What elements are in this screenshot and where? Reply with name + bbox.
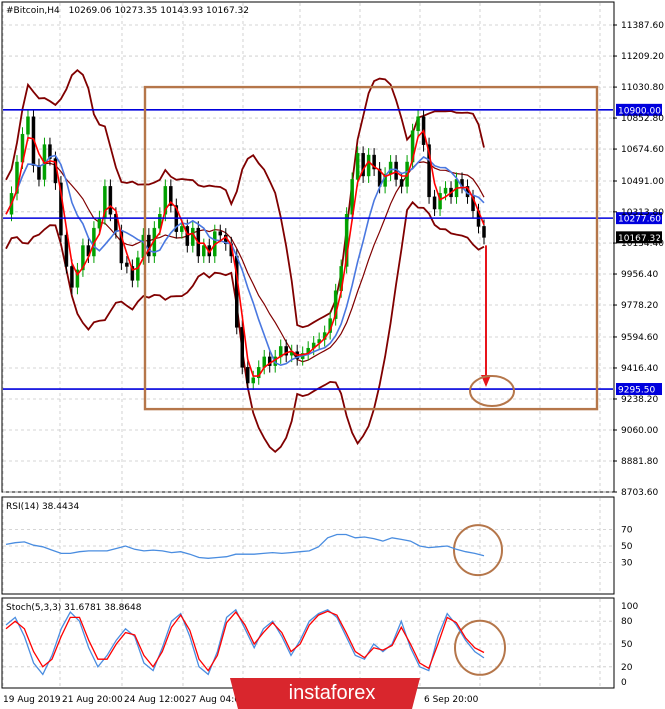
price-tick-label: 11209.20	[621, 52, 664, 62]
price-tick-label: 11387.60	[621, 21, 664, 31]
rsi-tick-label: 50	[621, 542, 633, 552]
candle-body	[218, 231, 223, 236]
candle-body	[245, 367, 250, 384]
candle-body	[202, 245, 206, 257]
price-tick-label: 10134.40	[621, 239, 664, 249]
candle-body	[366, 154, 371, 177]
rsi-tick-label: 70	[621, 526, 633, 536]
time-tick-label: 6 Sep 20:00	[424, 695, 479, 705]
candle-body	[37, 165, 41, 180]
stoch-tick-label: 100	[621, 602, 638, 612]
time-tick-label: 19 Aug 2019	[3, 695, 61, 705]
stoch-title: Stoch(5,3,3) 31.6781 38.8648	[6, 603, 142, 613]
price-tick-label: 10491.00	[621, 177, 664, 187]
candle-body	[185, 226, 190, 246]
time-tick-label: 24 Aug 12:00	[124, 695, 185, 705]
stoch-tick-label: 20	[621, 663, 633, 673]
rsi-title: RSI(14) 38.4434	[6, 502, 79, 512]
price-tick-label: 11030.80	[621, 83, 664, 93]
price-tick-label: 9594.60	[621, 333, 658, 343]
price-tick-label: 9060.00	[621, 426, 658, 436]
price-tick-label: 8881.80	[621, 457, 658, 467]
candle-body	[180, 226, 184, 232]
price-tick-label: 8703.60	[621, 488, 658, 498]
watermark-text: instaforex	[289, 682, 376, 704]
candle-body	[355, 153, 360, 180]
time-tick-label: 21 Aug 20:00	[62, 695, 123, 705]
candle-body	[125, 262, 129, 267]
candle-body	[432, 196, 437, 210]
candle-body	[399, 179, 404, 187]
symbol-name: #Bitcoin,H4	[6, 6, 60, 16]
stoch-tick-label: 0	[621, 678, 627, 688]
candle-body	[388, 161, 393, 175]
candle-body	[416, 116, 420, 131]
candle-body	[240, 327, 245, 368]
candle-body	[443, 187, 448, 194]
price-tick-label: 9238.20	[621, 395, 658, 405]
price-tick-label: 9416.40	[621, 364, 658, 374]
chart-svg: 10900.0010277.609295.5010167.32 11387.60…	[1, 1, 664, 709]
stoch-tick-label: 50	[621, 640, 633, 650]
candle-body	[147, 234, 151, 257]
price-tick-label: 10674.60	[621, 145, 664, 155]
rsi-tick-label: 30	[621, 558, 633, 568]
stoch-tick-label: 80	[621, 617, 633, 627]
ohlc-values: 10269.06 10273.35 10143.93 10167.32	[69, 6, 249, 16]
candle-body	[108, 186, 113, 215]
price-tick-label: 9778.20	[621, 301, 658, 311]
symbol-title: #Bitcoin,H4 10269.06 10273.35 10143.93 1…	[6, 6, 249, 16]
price-tick-label: 10852.80	[621, 114, 664, 124]
candle-body	[26, 116, 30, 135]
price-tick-label: 10313.80	[621, 208, 664, 218]
candle-body	[251, 377, 255, 384]
price-tick-label: 9956.40	[621, 270, 658, 280]
candle-body	[482, 226, 486, 238]
candle-body	[70, 266, 74, 288]
rsi-pane-frame	[1, 496, 615, 595]
watermark: instaforex	[230, 678, 420, 709]
